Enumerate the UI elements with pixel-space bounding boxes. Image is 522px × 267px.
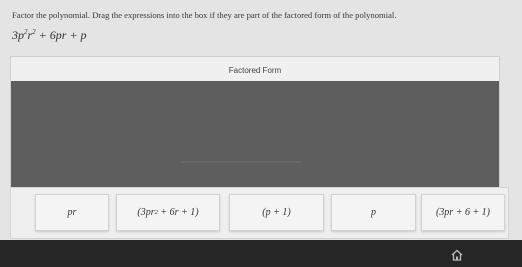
polynomial-expression: 3p2r2 + 6pr + p: [12, 28, 87, 43]
chip-label: (p + 1): [262, 207, 291, 218]
chip-label: (3pr + 6 + 1): [435, 207, 491, 218]
chip-3pr2-6r-1[interactable]: (3pr 2 + 6r + 1): [116, 194, 220, 231]
polynomial-coefficient: 3p: [12, 28, 24, 42]
instructions-text: Factor the polynomial. Drag the expressi…: [12, 10, 397, 20]
chip-p[interactable]: p: [331, 194, 416, 231]
chip-pr[interactable]: pr: [35, 194, 109, 231]
polynomial-exponent-r: 2: [32, 28, 36, 36]
polynomial-remaining-terms: + 6pr + p: [38, 28, 87, 42]
chip-3pr-6-1[interactable]: (3pr + 6 + 1): [421, 194, 505, 231]
factored-form-panel: Factored Form: [10, 56, 500, 189]
expression-tray: pr (3pr 2 + 6r + 1) (p + 1) p (3pr + 6 + …: [10, 187, 509, 239]
factored-form-title: Factored Form: [228, 66, 282, 75]
chip-label: pr: [67, 207, 77, 218]
chip-label-rest: + 6r + 1): [160, 207, 199, 218]
chip-exponent: 2: [154, 209, 158, 216]
home-icon[interactable]: [451, 249, 463, 261]
chip-label: p: [371, 207, 376, 218]
factored-form-drop-zone[interactable]: [11, 81, 499, 188]
chip-label: (3pr: [137, 207, 155, 218]
drop-zone-divider: [181, 161, 301, 163]
chip-p-plus-1[interactable]: (p + 1): [229, 194, 324, 231]
footer-bar: [0, 240, 522, 267]
